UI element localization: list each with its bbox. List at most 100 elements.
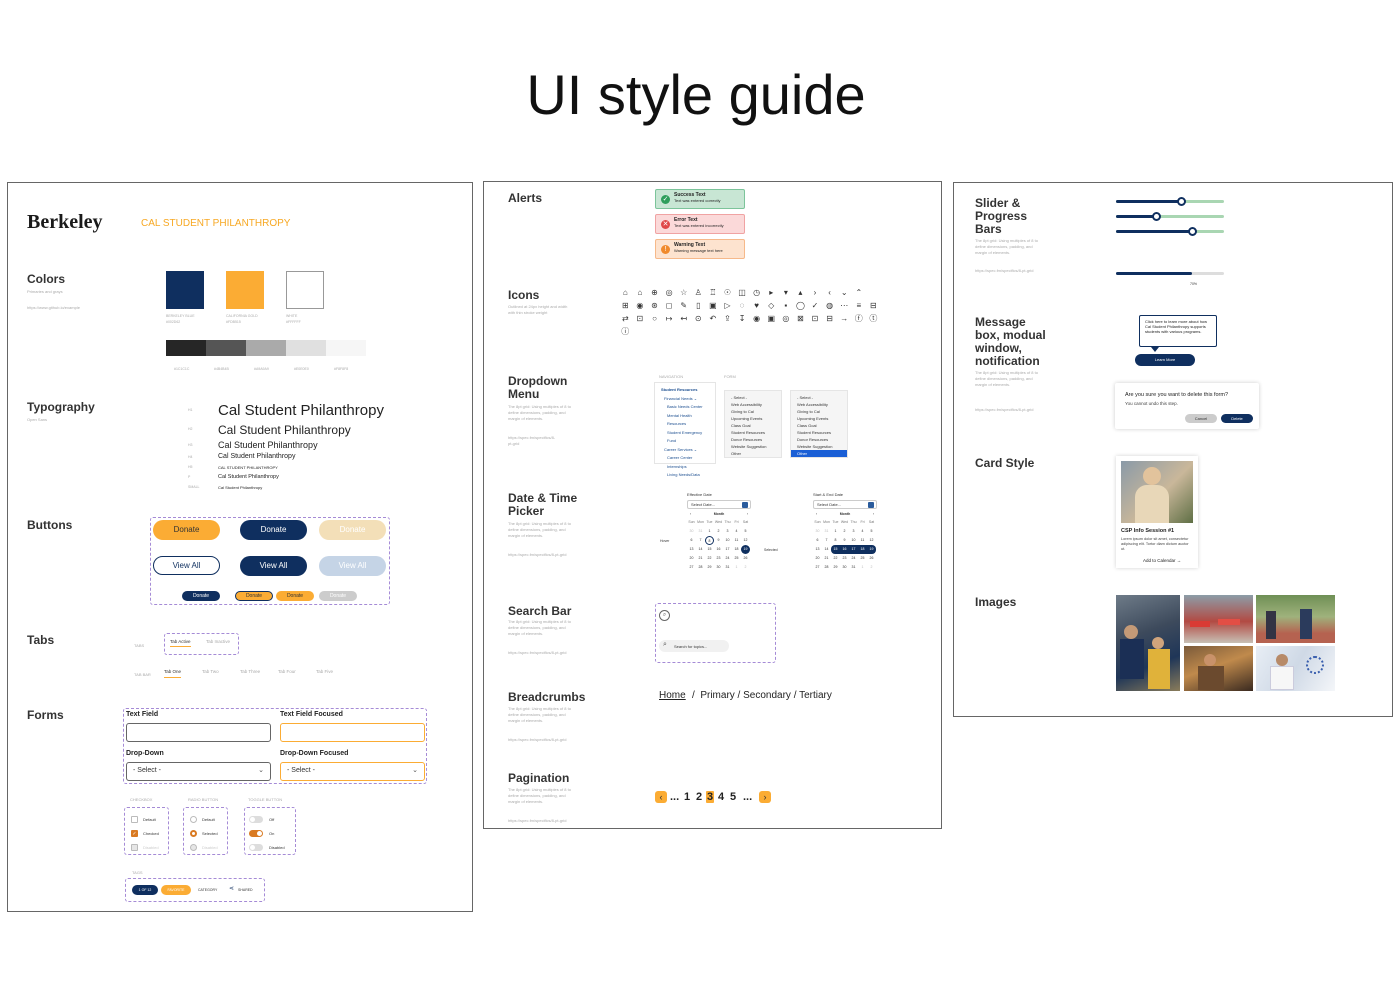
- radio-button[interactable]: [190, 816, 197, 823]
- dropdown-nav-item[interactable]: Career Center: [661, 454, 709, 463]
- search-input[interactable]: ⌕ Search for topics...: [659, 640, 729, 652]
- chevron-right-icon[interactable]: ›: [747, 512, 748, 517]
- dropdown-nav-item[interactable]: Internships: [661, 463, 709, 472]
- tab-item[interactable]: Tab Two: [202, 669, 219, 674]
- calendar-day[interactable]: 20: [687, 554, 696, 563]
- dropdown-nav-item[interactable]: Student Resources: [661, 386, 709, 395]
- calendar-day[interactable]: 8: [705, 536, 714, 545]
- dropdown-option[interactable]: Website Suggestion: [731, 443, 775, 450]
- calendar-day[interactable]: 22: [831, 554, 840, 563]
- dropdown-option[interactable]: Class Goal: [797, 422, 841, 429]
- calendar-day[interactable]: 16: [714, 545, 723, 554]
- page-number[interactable]: 2: [696, 791, 702, 803]
- dropdown-option[interactable]: Web Accessibility: [731, 401, 775, 408]
- calendar-day[interactable]: 15: [705, 545, 714, 554]
- tab-inactive[interactable]: Tab Inactive: [206, 639, 230, 644]
- card-link[interactable]: Add to Calendar →: [1143, 558, 1181, 563]
- learn-more-button[interactable]: Learn More: [1135, 354, 1195, 366]
- calendar-day[interactable]: 1: [858, 563, 867, 572]
- event-card[interactable]: CSP Info Session #1 Lorem ipsum dolor si…: [1116, 456, 1198, 568]
- pagination-link[interactable]: https://spec.fm/specifics/8-pt-grid: [508, 818, 573, 824]
- tag-category[interactable]: CATEGORY: [198, 888, 217, 892]
- calendar-day[interactable]: 12: [867, 536, 876, 545]
- pagination-next-button[interactable]: ›: [759, 791, 771, 803]
- calendar-day[interactable]: 26: [741, 554, 750, 563]
- donate-button[interactable]: Donate: [153, 520, 220, 540]
- calendar-day[interactable]: 19: [741, 545, 750, 554]
- calendar-day[interactable]: 5: [741, 527, 750, 536]
- calendar-day[interactable]: 14: [696, 545, 705, 554]
- page-number[interactable]: 1: [684, 791, 690, 803]
- breadcrumb-trail[interactable]: / Primary / Secondary / Tertiary: [692, 690, 832, 701]
- tab-active[interactable]: Tab Active: [170, 639, 191, 647]
- dropdown-nav-item[interactable]: Living Needs/Data: [661, 471, 709, 480]
- chevron-left-icon[interactable]: ‹: [690, 512, 691, 517]
- calendar-single[interactable]: Select Date... ‹ Month › Sun Mon Tue Wed Thu Fri S…: [687, 500, 751, 572]
- calendar-day[interactable]: 29: [705, 563, 714, 572]
- calendar-day[interactable]: 9: [714, 536, 723, 545]
- calendar-day[interactable]: 4: [732, 527, 741, 536]
- slider-handle[interactable]: [1187, 227, 1197, 236]
- dropdown-option[interactable]: Donor Resources: [797, 436, 841, 443]
- calendar-day[interactable]: 1: [831, 527, 840, 536]
- calendar-day[interactable]: 31: [822, 527, 831, 536]
- calendar-day[interactable]: 13: [813, 545, 822, 554]
- search-icon[interactable]: ⌕: [659, 610, 670, 621]
- text-field-focused[interactable]: [280, 723, 425, 742]
- page-number[interactable]: ...: [670, 791, 679, 803]
- tab-item[interactable]: Tab Three: [240, 669, 260, 674]
- dropdown-option[interactable]: - Select -: [797, 394, 841, 401]
- slider-link[interactable]: https://spec.fm/specifics/8-pt-grid: [975, 268, 1040, 274]
- calendar-day[interactable]: 27: [813, 563, 822, 572]
- dropdown-option[interactable]: Website Suggestion: [797, 443, 841, 450]
- dropdown-option[interactable]: Upcoming Events: [797, 415, 841, 422]
- view-all-button[interactable]: View All: [240, 556, 307, 576]
- cancel-button[interactable]: Cancel: [1185, 414, 1217, 423]
- calendar-day[interactable]: 2: [840, 527, 849, 536]
- calendar-day[interactable]: 6: [813, 536, 822, 545]
- calendar-day[interactable]: 25: [858, 554, 867, 563]
- dropdown-nav-item[interactable]: Basic Needs Center: [661, 403, 709, 412]
- breadcrumb-home[interactable]: Home: [659, 690, 686, 701]
- calendar-day[interactable]: 28: [822, 563, 831, 572]
- dropdown-nav-item[interactable]: Financial Needs ⌄: [661, 395, 709, 404]
- calendar-day[interactable]: 9: [840, 536, 849, 545]
- calendar-day[interactable]: 30: [813, 527, 822, 536]
- calendar-day[interactable]: 10: [849, 536, 858, 545]
- date-input[interactable]: Select Date...: [813, 500, 877, 509]
- calendar-day[interactable]: 27: [687, 563, 696, 572]
- calendar-day[interactable]: 23: [714, 554, 723, 563]
- calendar-day[interactable]: 12: [741, 536, 750, 545]
- donate-small-gold[interactable]: Donate: [235, 591, 273, 601]
- calendar-day[interactable]: 10: [723, 536, 732, 545]
- dropdown-link[interactable]: https://spec.fm/specifics/8-pt-grid: [508, 435, 558, 447]
- calendar-day[interactable]: 20: [813, 554, 822, 563]
- calendar-day[interactable]: 7: [696, 536, 705, 545]
- message-link[interactable]: https://spec.fm/specifics/8-pt-grid: [975, 407, 1040, 413]
- chevron-left-icon[interactable]: ‹: [816, 512, 817, 517]
- checkbox[interactable]: [131, 816, 138, 823]
- chevron-right-icon[interactable]: ›: [873, 512, 874, 517]
- text-field[interactable]: [126, 723, 271, 742]
- calendar-day[interactable]: 15: [831, 545, 840, 554]
- calendar-day[interactable]: 1: [705, 527, 714, 536]
- pagination-prev-button[interactable]: ‹: [655, 791, 667, 803]
- dropdown-nav-menu[interactable]: Student Resources Financial Needs ⌄ Basic …: [654, 382, 716, 477]
- radio-button[interactable]: [190, 830, 197, 837]
- dropdown-option[interactable]: - Select -: [731, 394, 775, 401]
- page-current[interactable]: 3: [706, 791, 715, 803]
- calendar-day[interactable]: 1: [732, 563, 741, 572]
- calendar-day[interactable]: 2: [741, 563, 750, 572]
- dropdown-option[interactable]: Other: [731, 450, 775, 457]
- share-icon[interactable]: ⋖: [229, 885, 234, 892]
- view-all-button-outline[interactable]: View All: [153, 556, 220, 575]
- calendar-day[interactable]: 7: [822, 536, 831, 545]
- page-number[interactable]: ...: [743, 791, 752, 803]
- dropdown-select[interactable]: - Select - ⌄: [126, 762, 271, 781]
- dropdown-select-focused[interactable]: - Select - ⌄: [280, 762, 425, 781]
- calendar-day[interactable]: 21: [822, 554, 831, 563]
- dropdown-option[interactable]: Donor Resources: [731, 436, 775, 443]
- calendar-day[interactable]: 18: [858, 545, 867, 554]
- dropdown-option[interactable]: Upcoming Events: [731, 415, 775, 422]
- calendar-day[interactable]: 28: [696, 563, 705, 572]
